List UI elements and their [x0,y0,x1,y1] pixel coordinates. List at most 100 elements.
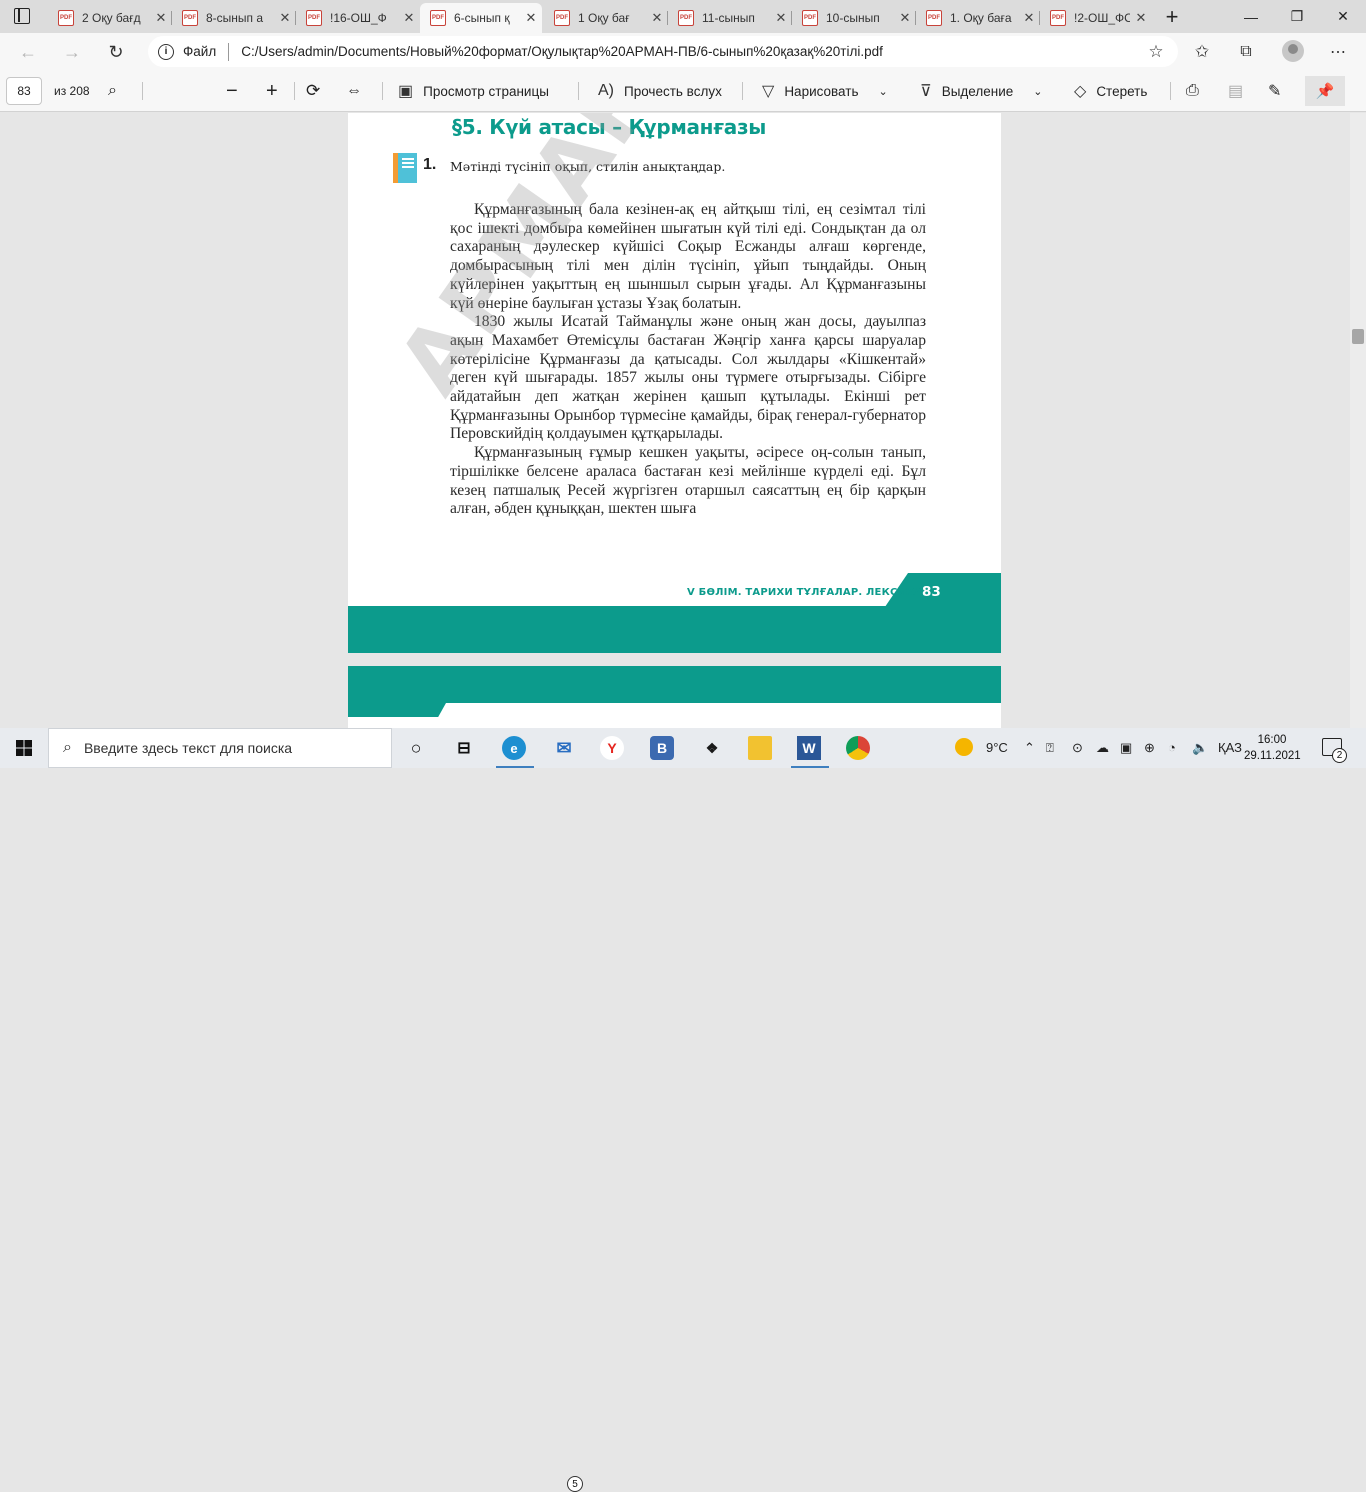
page-view-button[interactable]: ▣ Просмотр страницы [398,80,549,102]
close-window-button[interactable]: ✕ [1320,0,1366,33]
add-favorite-icon[interactable]: ☆ [1142,38,1170,66]
tab-title: 1 Оқу бағ [578,11,630,25]
forward-button[interactable]: → [58,38,86,66]
volume-icon[interactable]: 🔈 [1192,740,1208,756]
mail-badge: 5 [567,1476,583,1492]
address-bar[interactable]: i Файл C:/Users/admin/Documents/Новый%20… [148,36,1178,67]
show-hidden-icons[interactable]: ⌃ [1024,740,1035,756]
close-tab-icon[interactable]: ✕ [520,10,542,26]
chevron-down-icon[interactable]: ⌄ [878,85,887,98]
task-view-icon[interactable]: ⊟ [452,736,476,760]
rotate-icon[interactable]: ⟳ [306,80,320,102]
fit-page-icon[interactable]: ⇔ [346,80,362,102]
draw-button[interactable]: ▽ Нарисовать ⌄ [762,80,888,102]
pdf-icon: PDF [58,10,74,26]
pdf-icon: PDF [430,10,446,26]
favorites-icon[interactable]: ✩ [1188,38,1216,66]
zoom-out-icon[interactable]: − [226,80,238,102]
info-icon[interactable]: i [158,43,174,60]
address-divider [228,42,230,61]
tab-title: 11-сынып [702,11,755,25]
close-tab-icon[interactable]: ✕ [1018,10,1040,26]
start-button[interactable] [0,728,48,768]
tab-strip: PDF 2 Оқу бағд ✕ PDF 8-сынып а ✕ PDF !16… [0,0,1366,33]
toolbar-divider [142,82,143,100]
dropbox-icon[interactable]: ❖ [700,736,724,760]
mail-icon[interactable]: ✉ [552,736,576,760]
close-tab-icon[interactable]: ✕ [646,10,668,26]
tab-title: !16-ОШ_Ф [330,11,387,25]
screenshot-icon[interactable]: ▣ [1120,740,1132,756]
pdf-icon: PDF [182,10,198,26]
settings-more-icon[interactable]: ⋯ [1324,38,1352,66]
word-icon[interactable]: W [797,736,821,760]
refresh-button[interactable]: ↻ [102,38,130,66]
close-tab-icon[interactable]: ✕ [274,10,296,26]
url-text[interactable]: C:/Users/admin/Documents/Новый%20формат/… [241,44,883,59]
paragraph: Құрманғазының ғұмыр кешкен уақыты, әсіре… [450,444,926,518]
weather-sun-icon[interactable] [955,738,973,756]
clock[interactable]: 16:00 29.11.2021 [1244,732,1301,764]
scrollbar[interactable] [1350,113,1366,728]
tab-4[interactable]: PDF 1 Оқу бағ ✕ [544,3,668,33]
chevron-down-icon[interactable]: ⌄ [1033,85,1042,98]
language-indicator[interactable]: ҚАЗ [1218,740,1242,755]
collections-icon[interactable]: ⧉ [1232,38,1260,66]
search-icon[interactable]: ⌕ [108,80,117,102]
pen-icon: ▽ [762,83,775,100]
clock-time: 16:00 [1257,734,1287,746]
tab-6[interactable]: PDF 10-сынып ✕ [792,3,916,33]
close-tab-icon[interactable]: ✕ [398,10,420,26]
yandex-icon[interactable]: Y [600,736,624,760]
pdf-icon: PDF [306,10,322,26]
cortana-icon[interactable]: ○ [404,736,428,760]
tab-5[interactable]: PDF 11-сынып ✕ [668,3,792,33]
tab-8[interactable]: PDF !2-ОШ_ФС ✕ [1040,3,1152,33]
pdf-icon: PDF [802,10,818,26]
network-icon[interactable]: ⊕ [1144,740,1155,756]
highlighter-icon: ⊽ [920,83,932,100]
file-explorer-icon[interactable] [748,736,772,760]
close-tab-icon[interactable]: ✕ [1130,10,1152,26]
weather-temperature[interactable]: 9°C [986,740,1008,755]
highlight-label: Выделение [941,83,1014,99]
pdf-viewport[interactable]: §5. Күй атасы – Құрманғазы 1. Мәтінді тү… [0,113,1366,728]
toolbar-divider [294,82,295,100]
minimize-button[interactable]: — [1228,0,1274,33]
close-tab-icon[interactable]: ✕ [770,10,792,26]
pin-toolbar-icon[interactable]: 📌 [1305,76,1345,106]
tab-3-active[interactable]: PDF 6-сынып қ ✕ [420,3,542,33]
new-tab-button[interactable]: + [1158,3,1186,31]
help-icon[interactable]: ⍰ [1046,740,1054,756]
back-button[interactable]: ← [14,38,42,66]
erase-button[interactable]: ◇ Стереть [1074,80,1147,102]
close-tab-icon[interactable]: ✕ [894,10,916,26]
cloud-icon[interactable]: ☁ [1096,740,1109,756]
taskbar-search[interactable]: ⌕ Введите здесь текст для поиска [48,728,392,768]
page-number-input[interactable]: 83 [6,77,42,105]
tab-1[interactable]: PDF 8-сынып а ✕ [172,3,296,33]
tab-title: 8-сынып а [206,11,264,25]
tab-7[interactable]: PDF 1. Оқу баға ✕ [916,3,1040,33]
chrome-icon[interactable] [846,736,870,760]
page-total: из 208 [54,84,90,98]
camera-icon[interactable]: ⊙ [1072,740,1083,756]
read-aloud-button[interactable]: A) Прочесть вслух [598,80,722,102]
tab-actions-icon[interactable] [14,8,30,24]
tab-2[interactable]: PDF !16-ОШ_Ф ✕ [296,3,420,33]
zoom-in-icon[interactable]: + [266,80,278,102]
print-icon[interactable]: ⎙ [1186,80,1199,102]
tab-title: 1. Оқу баға [950,11,1012,25]
wifi-icon[interactable]: ◔ [1168,740,1176,755]
highlight-button[interactable]: ⊽ Выделение ⌄ [920,80,1042,102]
tab-0[interactable]: PDF 2 Оқу бағд ✕ [48,3,172,33]
edge-icon[interactable]: e [502,736,526,760]
scrollbar-thumb[interactable] [1352,329,1364,344]
footer-page-number: 83 [922,584,941,600]
restore-button[interactable]: ❐ [1274,0,1320,33]
save-icon[interactable]: ▤ [1228,80,1243,102]
save-as-icon[interactable]: ✎ [1268,80,1281,102]
profile-avatar[interactable] [1282,40,1304,62]
vk-icon[interactable]: B [650,736,674,760]
close-tab-icon[interactable]: ✕ [150,10,172,26]
